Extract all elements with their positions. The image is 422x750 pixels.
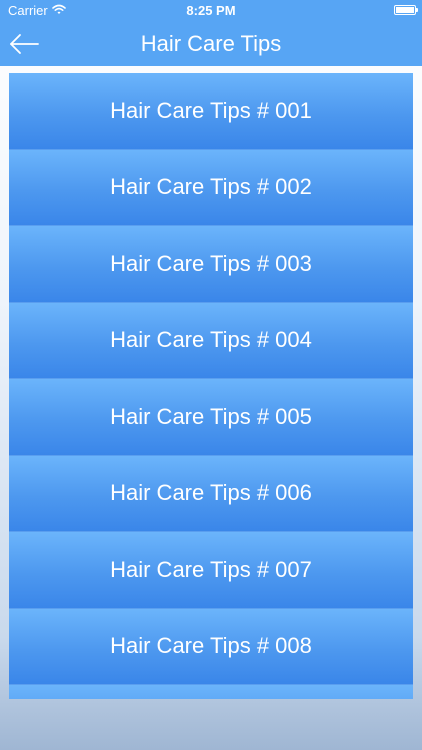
list-item-label: Hair Care Tips # 007 [110,556,312,582]
list-item-label: Hair Care Tips # 003 [110,250,312,276]
list-item-label: Hair Care Tips # 008 [110,633,312,659]
list-item-label: Hair Care Tips # 002 [110,174,312,200]
battery-icon [394,5,418,15]
list-item-label: Hair Care Tips # 004 [110,327,312,353]
list-item-label: Hair Care Tips # 006 [110,480,312,506]
battery-level [396,7,414,13]
status-right [394,5,418,15]
navigation-bar: Hair Care Tips [0,22,422,66]
page-title: Hair Care Tips [140,31,282,56]
list-item-label: Hair Care Tips # 001 [110,97,312,123]
list-item[interactable]: Hair Care Tips # 005 [9,379,413,456]
list-item[interactable]: Hair Care Tips # 007 [9,532,413,609]
status-bar: Carrier 8:25 PM [0,0,422,22]
list-item[interactable]: Hair Care Tips # 004 [9,302,413,379]
list-item[interactable] [9,685,413,699]
list-item[interactable]: Hair Care Tips # 001 [9,73,413,150]
status-time: 8:25 PM [186,3,236,18]
list-item[interactable]: Hair Care Tips # 008 [9,608,413,685]
tips-list[interactable]: Hair Care Tips # 001 Hair Care Tips # 00… [9,73,413,699]
list-item-label: Hair Care Tips # 005 [110,403,312,429]
list-item[interactable]: Hair Care Tips # 002 [9,149,413,226]
list-item[interactable]: Hair Care Tips # 003 [9,226,413,303]
list-item[interactable]: Hair Care Tips # 006 [9,455,413,532]
